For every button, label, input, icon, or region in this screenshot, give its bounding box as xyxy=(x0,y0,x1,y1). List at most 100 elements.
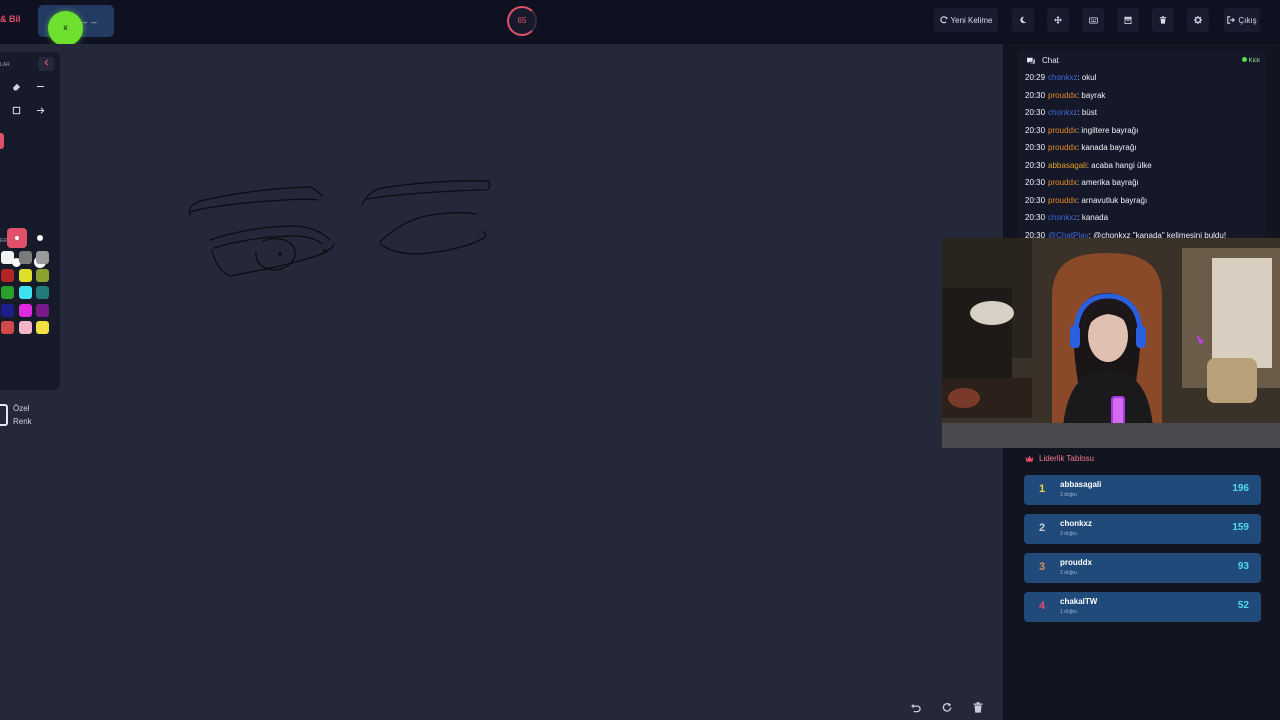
color-swatch[interactable] xyxy=(18,286,32,299)
chat-message: 20:30 abbasagali: acaba hangi ülke xyxy=(1025,161,1152,170)
chat-message-text: : okul xyxy=(1077,73,1097,82)
color-swatch[interactable] xyxy=(1,251,14,264)
undo-button[interactable] xyxy=(905,700,925,718)
leaderboard-rank: 2 xyxy=(1038,522,1046,534)
line-tool[interactable] xyxy=(33,81,47,95)
leaderboard-row: 2 chonkxz 3 doğru 159 xyxy=(1024,514,1261,544)
move-layout-button[interactable] xyxy=(1047,8,1069,32)
leaderboard-score: 196 xyxy=(1232,483,1249,494)
chat-message-user[interactable]: prouddx xyxy=(1048,196,1077,205)
color-swatch[interactable] xyxy=(18,303,32,317)
archive-button[interactable] xyxy=(1117,8,1139,32)
gear-icon xyxy=(1194,16,1202,24)
custom-color-label[interactable]: Özel Renk xyxy=(13,402,32,428)
chat-message-user[interactable]: chonkxz xyxy=(1048,108,1077,117)
color-swatch[interactable] xyxy=(18,268,32,282)
webcam-overlay xyxy=(942,238,1280,448)
leaderboard-row: 1 abbasagali 3 doğru 196 xyxy=(1024,475,1261,505)
color-swatch[interactable] xyxy=(36,286,49,299)
eraser-icon xyxy=(12,83,20,91)
collapse-tools-button[interactable] xyxy=(38,57,54,71)
keyboard-button[interactable] xyxy=(1082,8,1104,32)
leaderboard-score: 159 xyxy=(1232,522,1249,533)
chat-message-user[interactable]: prouddx xyxy=(1048,178,1077,187)
brush-size-medium[interactable] xyxy=(37,235,43,241)
leaderboard-rank: 1 xyxy=(1038,483,1046,495)
new-word-label: Yeni Kelime xyxy=(950,15,993,25)
arrow-tool[interactable] xyxy=(33,105,47,119)
refresh-icon xyxy=(939,16,947,24)
chevron-left-icon xyxy=(43,59,48,66)
line-icon xyxy=(36,85,44,88)
chat-message-time: 20:30 xyxy=(1025,213,1046,222)
leaderboard-rank: 4 xyxy=(1038,600,1046,612)
color-swatch[interactable] xyxy=(36,321,49,334)
undo-icon xyxy=(910,703,921,713)
redo-button[interactable] xyxy=(937,700,957,718)
color-swatch[interactable] xyxy=(36,268,49,282)
drawing-canvas[interactable] xyxy=(0,44,1003,720)
color-swatch[interactable] xyxy=(1,321,14,334)
chat-message-user[interactable]: abbasagali xyxy=(1048,161,1087,170)
drawer-avatar: x xyxy=(48,11,83,46)
chat-message-user[interactable]: chonkxz xyxy=(1048,213,1077,222)
square-icon xyxy=(12,106,20,115)
leaderboard-rank: 3 xyxy=(1038,561,1046,573)
trash-icon xyxy=(1159,16,1167,24)
leaderboard-correct-count: 2 doğru xyxy=(1060,570,1077,576)
chat-message-time: 20:30 xyxy=(1025,125,1046,135)
color-swatch[interactable] xyxy=(1,268,14,282)
chat-message-text: : ingiltere bayrağı xyxy=(1076,125,1139,135)
color-swatch[interactable] xyxy=(36,303,49,317)
chat-message-user[interactable]: prouddx xyxy=(1048,91,1077,100)
leaderboard-score: 52 xyxy=(1237,600,1249,611)
round-timer: 65 xyxy=(507,6,537,36)
chat-message: 20:30 prouddx: amerika bayrağı xyxy=(1025,178,1139,187)
brand-title: & Bil xyxy=(0,14,21,24)
chat-message: 20:30 prouddx: kanada bayrağı xyxy=(1025,143,1137,152)
chat-message-user[interactable]: prouddx xyxy=(1048,126,1077,135)
move-icon xyxy=(1054,16,1062,24)
rectangle-tool[interactable] xyxy=(9,105,23,119)
comments-icon xyxy=(1027,57,1035,65)
chat-message-text: : kanada xyxy=(1077,213,1109,222)
arrow-right-icon xyxy=(36,107,44,114)
chat-message-time: 20:29 xyxy=(1025,73,1046,82)
theme-toggle-button[interactable] xyxy=(1012,8,1034,32)
settings-button[interactable] xyxy=(1187,8,1209,32)
eraser-tool[interactable] xyxy=(9,81,23,95)
chat-message-user[interactable]: chonkxz xyxy=(1048,73,1077,82)
chat-message-text: : büst xyxy=(1077,108,1097,117)
leaderboard-correct-count: 3 doğru xyxy=(1060,492,1077,498)
new-word-button[interactable]: Yeni Kelime xyxy=(934,8,998,32)
leaderboard-player-name: chakalTW xyxy=(1060,597,1098,606)
chat-message-time: 20:30 xyxy=(1025,178,1046,187)
logout-button[interactable]: Çıkış xyxy=(1224,8,1260,32)
leaderboard-player-name: prouddx xyxy=(1060,558,1092,567)
logout-label: Çıkış xyxy=(1238,15,1257,25)
crown-icon xyxy=(1025,455,1034,462)
color-swatch[interactable] xyxy=(1,303,14,317)
chat-message: 20:29 chonkxz: okul xyxy=(1025,73,1097,82)
color-swatch[interactable] xyxy=(1,286,14,299)
clear-canvas-button[interactable] xyxy=(968,700,988,718)
clear-button[interactable] xyxy=(1152,8,1174,32)
leaderboard-title: Liderlik Tablosu xyxy=(1039,454,1094,463)
chat-message: 20:30 prouddx: arnavutluk bayrağı xyxy=(1025,196,1147,205)
chat-header: Chat xyxy=(1026,56,1059,65)
leaderboard-correct-count: 3 doğru xyxy=(1060,531,1077,537)
chat-message: 20:30 chonkxz: büst xyxy=(1025,108,1097,117)
moon-icon xyxy=(1020,16,1027,24)
redo-icon xyxy=(942,702,951,712)
color-swatch[interactable] xyxy=(18,321,32,334)
color-swatch[interactable] xyxy=(36,251,49,264)
chat-message-text: : amerika bayrağı xyxy=(1076,178,1139,187)
tools-section-label: LAR xyxy=(0,62,10,68)
top-bar: & Bil _ _ x 65 Yeni Kelime Çıkış xyxy=(0,0,1280,46)
color-swatch[interactable] xyxy=(18,251,32,264)
chat-message-user[interactable]: prouddx xyxy=(1048,143,1077,152)
brush-size-small-dot xyxy=(15,236,19,240)
custom-color-swatch[interactable] xyxy=(0,404,8,426)
chat-message: 20:30 prouddx: bayrak xyxy=(1025,91,1105,100)
avatar-mark: x xyxy=(63,23,68,32)
